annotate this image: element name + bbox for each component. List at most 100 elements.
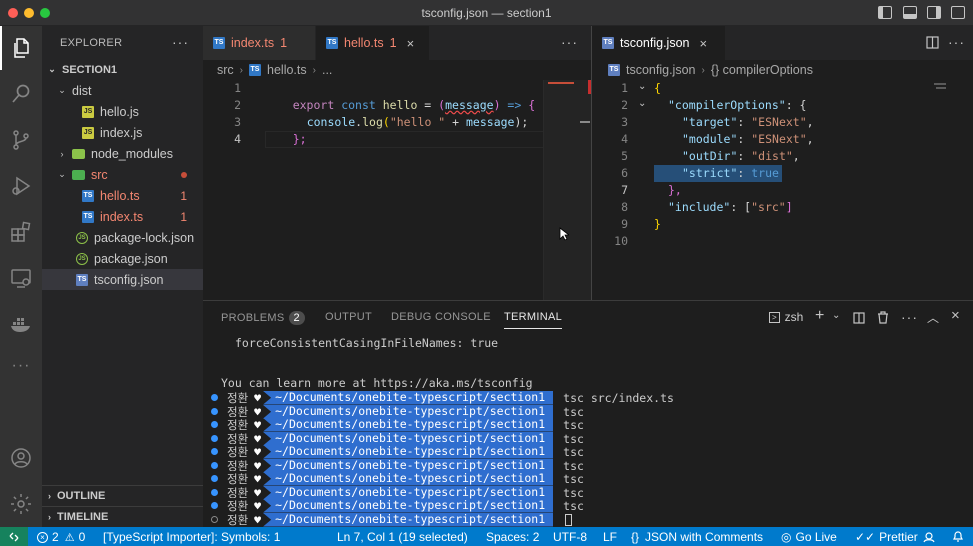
problems-count-badge: 2 <box>288 311 305 325</box>
bell-icon[interactable] <box>952 530 964 543</box>
code-token: message <box>466 115 515 129</box>
go-live-button[interactable]: ◎ Go Live <box>781 530 837 544</box>
customize-layout-icon[interactable] <box>951 6 965 19</box>
new-terminal-icon[interactable]: + <box>815 307 824 325</box>
minimap[interactable] <box>543 80 592 300</box>
left-code-editor[interactable]: 1 2 3 4 export const hello = (message) =… <box>203 80 592 300</box>
line-number: 6 <box>621 166 628 180</box>
minimap[interactable] <box>932 80 973 94</box>
tree-item-package-json[interactable]: JS package.json <box>42 248 203 269</box>
language-mode-status[interactable]: {} JSON with Comments <box>631 530 763 544</box>
ts-file-icon: TS <box>249 64 262 76</box>
toggle-panel-icon[interactable] <box>903 6 917 19</box>
editor-more-icon[interactable]: ··· <box>948 34 965 50</box>
tree-item-index-ts[interactable]: TS index.ts 1 <box>42 206 203 227</box>
tree-item-package-lock-json[interactable]: JS package-lock.json <box>42 227 203 248</box>
code-line-2: console.log("hello " + message); <box>279 97 529 129</box>
tree-item-node-modules[interactable]: › node_modules <box>42 143 203 164</box>
tab-problems[interactable]: PROBLEMS 2 <box>221 311 305 325</box>
remote-explorer-icon[interactable] <box>0 256 42 300</box>
workspace-root[interactable]: ⌄ SECTION1 <box>42 59 203 80</box>
chevron-right-icon: › <box>48 512 51 522</box>
minimap-slider[interactable] <box>544 80 592 300</box>
code-token: "compilerOptions" <box>668 98 786 112</box>
breadcrumb-file[interactable]: hello.ts <box>267 63 307 77</box>
code-token: "hello " <box>389 115 446 129</box>
terminal-output[interactable]: forceConsistentCasingInFileNames: true Y… <box>203 333 973 528</box>
breadcrumb-folder[interactable]: src <box>217 63 234 77</box>
right-code-editor[interactable]: 1 2 3 4 5 6 7 8 9 10 ⌄ ⌄ { "compilerOpti… <box>592 80 973 300</box>
fold-chevron-icon[interactable]: ⌄ <box>638 81 646 92</box>
tree-item-dist[interactable]: ⌄ dist <box>42 80 203 101</box>
timeline-section[interactable]: › TIMELINE <box>42 506 203 527</box>
command-success-dot <box>211 448 218 456</box>
explorer-more-icon[interactable]: ··· <box>172 34 189 50</box>
run-debug-icon[interactable] <box>0 164 42 208</box>
tree-item-label: index.js <box>100 125 143 140</box>
terminal-line: You can learn more at https://aka.ms/tsc… <box>221 376 533 390</box>
close-tab-icon[interactable]: × <box>699 36 707 51</box>
tab-debug-console[interactable]: DEBUG CONSOLE <box>391 311 491 323</box>
tab-hello-ts[interactable]: TS hello.ts 1 × <box>316 26 430 60</box>
typescript-importer-status[interactable]: [TypeScript Importer]: Symbols: 1 <box>103 530 280 544</box>
tab-terminal[interactable]: TERMINAL <box>504 311 563 329</box>
settings-gear-icon[interactable] <box>0 482 42 526</box>
fold-chevron-icon[interactable]: ⌄ <box>638 98 646 109</box>
code-token: "src" <box>751 200 786 214</box>
encoding-status[interactable]: UTF-8 <box>553 530 587 544</box>
account-icon[interactable] <box>0 436 42 480</box>
heart-icon: ♥ <box>254 485 262 500</box>
chevron-down-icon[interactable]: ⌄ <box>832 310 840 321</box>
tree-item-tsconfig-json[interactable]: TS tsconfig.json <box>42 269 203 290</box>
maximize-panel-icon[interactable]: ︿ <box>927 309 939 326</box>
prompt-path: ~/Documents/onebite-typescript/section1 <box>263 391 554 405</box>
ts-file-icon: TS <box>326 37 338 49</box>
remote-indicator-icon[interactable] <box>0 527 28 546</box>
tree-item-index-js[interactable]: JS index.js <box>42 122 203 143</box>
prompt-path: ~/Documents/onebite-typescript/section1 <box>263 418 554 432</box>
close-panel-icon[interactable]: × <box>951 307 960 324</box>
heart-icon: ♥ <box>254 444 262 459</box>
trash-icon[interactable] <box>877 311 889 324</box>
split-terminal-icon[interactable] <box>853 312 865 324</box>
terminal-prompt-row: 정환 ♥ ~/Documents/onebite-typescript/sectio… <box>211 470 584 487</box>
warning-triangle-icon: ⚠ <box>64 531 75 544</box>
indentation-status[interactable]: Spaces: 2 <box>486 530 539 544</box>
search-icon[interactable] <box>0 72 42 116</box>
command-success-dot <box>211 489 218 497</box>
explorer-header: EXPLORER ··· <box>42 26 203 59</box>
extensions-icon[interactable] <box>0 210 42 254</box>
feedback-icon[interactable] <box>923 531 936 543</box>
prettier-status[interactable]: ✓✓ Prettier <box>855 530 918 544</box>
heart-icon: ♥ <box>254 471 262 486</box>
tab-index-ts[interactable]: TS index.ts 1 <box>203 26 316 60</box>
tab-output[interactable]: OUTPUT <box>325 311 372 323</box>
files-icon[interactable] <box>0 26 42 70</box>
heart-icon: ♥ <box>254 498 262 513</box>
problems-status[interactable]: × 2 ⚠ 0 <box>37 530 85 544</box>
outline-section[interactable]: › OUTLINE <box>42 485 203 506</box>
double-check-icon: ✓✓ <box>855 530 876 544</box>
eol-status[interactable]: LF <box>603 530 617 544</box>
editor-more-icon[interactable]: ··· <box>561 34 578 50</box>
panel-more-icon[interactable]: ··· <box>901 309 918 325</box>
terminal-shell-selector[interactable]: > zsh <box>769 310 803 324</box>
code-line-4: "module": "ESNext", <box>682 132 814 146</box>
terminal-prompt-row: 정환 ♥ ~/Documents/onebite-typescript/sectio… <box>211 497 584 514</box>
source-control-icon[interactable] <box>0 118 42 162</box>
tree-item-hello-js[interactable]: JS hello.js <box>42 101 203 122</box>
breadcrumb-tail[interactable]: ... <box>322 63 332 77</box>
breadcrumb-symbol[interactable]: {} compilerOptions <box>711 63 813 77</box>
more-icon[interactable]: ··· <box>0 344 42 388</box>
toggle-primary-sidebar-icon[interactable] <box>878 6 892 19</box>
toggle-secondary-sidebar-icon[interactable] <box>927 6 941 19</box>
tree-item-src[interactable]: ⌄ src <box>42 164 203 185</box>
close-tab-icon[interactable]: × <box>407 36 415 51</box>
docker-icon[interactable] <box>0 302 42 346</box>
breadcrumb-file[interactable]: tsconfig.json <box>626 63 695 77</box>
code-token: "target" <box>682 115 738 129</box>
tree-item-hello-ts[interactable]: TS hello.ts 1 <box>42 185 203 206</box>
tab-tsconfig-json[interactable]: TS tsconfig.json × <box>592 26 726 60</box>
cursor-position-status[interactable]: Ln 7, Col 1 (19 selected) <box>337 530 468 544</box>
split-editor-icon[interactable] <box>926 36 939 49</box>
